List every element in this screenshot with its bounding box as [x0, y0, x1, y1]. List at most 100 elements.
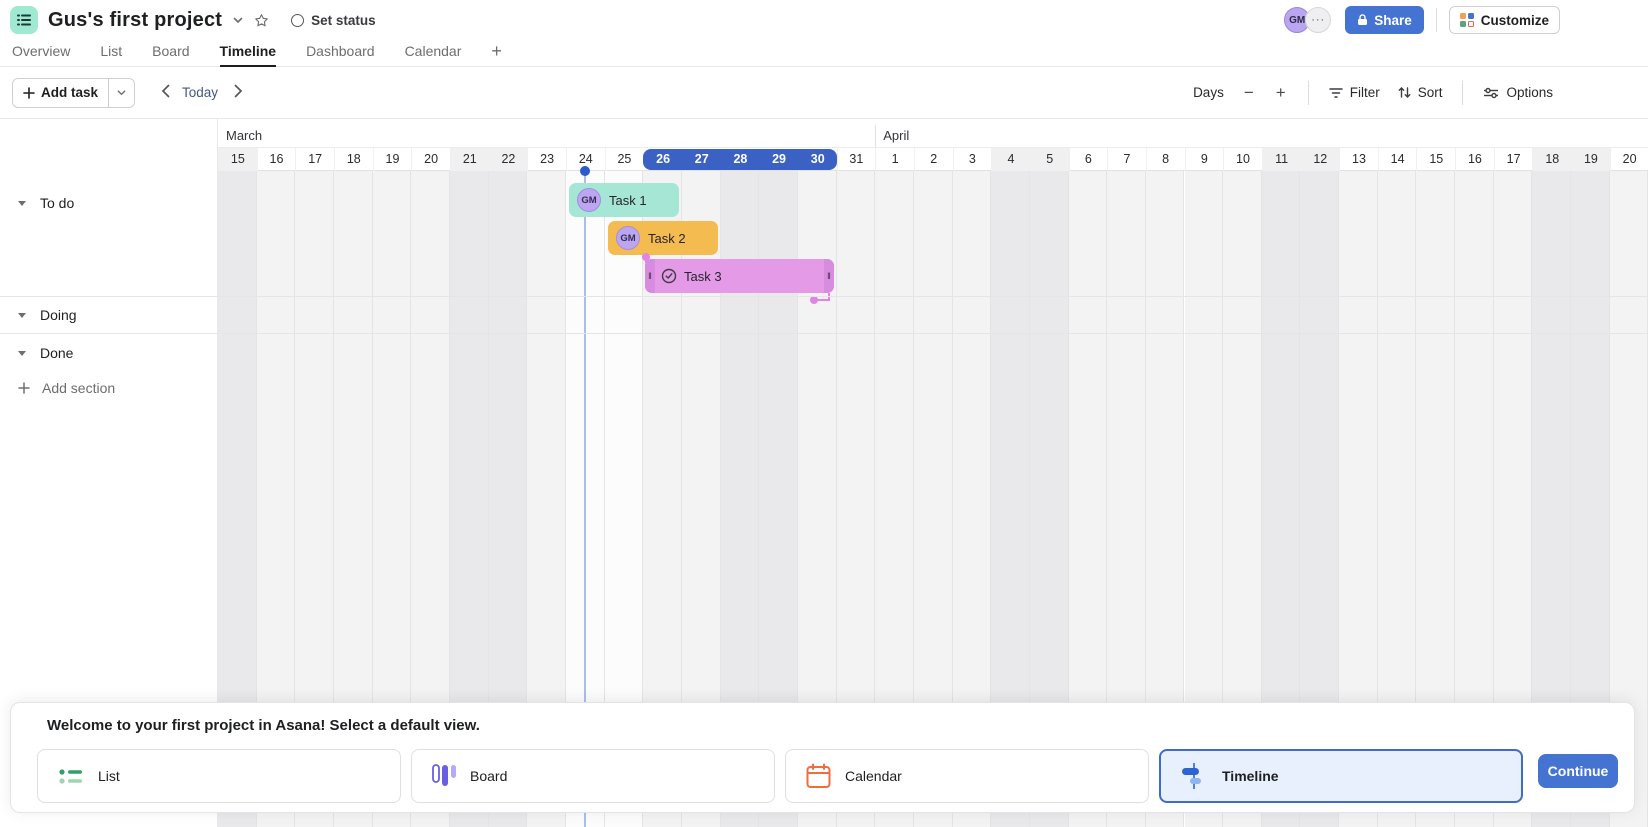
tab-timeline[interactable]: Timeline — [219, 36, 276, 67]
plus-icon — [23, 86, 35, 99]
status-circle-icon — [291, 13, 305, 27]
more-options-button[interactable]: ··· — [1305, 7, 1332, 33]
resize-handle-left[interactable]: ‖ — [645, 259, 655, 293]
date-header-cell[interactable]: 12 — [1300, 148, 1340, 171]
task-label: Task 1 — [609, 192, 647, 208]
date-header-cell[interactable]: 9 — [1184, 148, 1224, 171]
date-header-cell[interactable]: 28 — [721, 148, 760, 171]
set-status-button[interactable]: Set status — [291, 13, 376, 28]
date-header-cell[interactable]: 10 — [1223, 148, 1262, 171]
toolbar-right: Days − + Filter Sort Options — [1193, 80, 1553, 105]
date-header-cell[interactable]: 31 — [836, 148, 876, 171]
star-icon[interactable] — [254, 13, 269, 28]
date-header-cell[interactable]: 5 — [1029, 148, 1069, 171]
date-header-cell[interactable]: 18 — [1532, 148, 1572, 171]
view-card-calendar[interactable]: Calendar — [785, 749, 1149, 803]
today-button[interactable]: Today — [182, 85, 218, 100]
dependency-dot[interactable] — [810, 296, 818, 304]
tab-board[interactable]: Board — [152, 36, 189, 66]
date-header-cell[interactable]: 2 — [913, 148, 953, 171]
date-header-cell[interactable]: 14 — [1377, 148, 1417, 171]
section-done[interactable]: Done — [18, 345, 73, 361]
date-header-cell[interactable]: 26 — [643, 148, 682, 171]
task-bar-task2[interactable]: GM Task 2 — [608, 221, 718, 255]
date-header-cell[interactable]: 6 — [1068, 148, 1108, 171]
chevron-down-icon[interactable] — [232, 14, 244, 26]
view-card-board[interactable]: Board — [411, 749, 775, 803]
date-header-cell[interactable]: 30 — [798, 148, 837, 171]
date-header-cell[interactable]: 15 — [218, 148, 257, 171]
date-header-cell[interactable]: 22 — [488, 148, 528, 171]
date-header-cell[interactable]: 16 — [1455, 148, 1494, 171]
view-card-timeline[interactable]: Timeline — [1159, 749, 1523, 803]
options-button[interactable]: Options — [1483, 85, 1553, 100]
add-task-label: Add task — [41, 85, 99, 100]
calendar-view-icon — [806, 763, 831, 788]
date-header-cell[interactable]: 17 — [295, 148, 334, 171]
section-doing[interactable]: Doing — [18, 307, 77, 323]
collapse-triangle-icon[interactable] — [18, 312, 26, 318]
view-tabs: Overview List Board Timeline Dashboard C… — [0, 36, 1648, 67]
divider — [1435, 8, 1437, 32]
date-header-cell[interactable]: 18 — [333, 148, 373, 171]
zoom-out-button[interactable]: − — [1242, 83, 1256, 103]
date-header-cell[interactable]: 17 — [1493, 148, 1533, 171]
continue-button[interactable]: Continue — [1538, 754, 1618, 788]
tab-calendar[interactable]: Calendar — [405, 36, 462, 66]
options-slider-icon — [1484, 87, 1499, 98]
month-label: April — [883, 128, 910, 143]
prev-period-button[interactable] — [157, 84, 174, 102]
date-header-cell[interactable]: 4 — [991, 148, 1030, 171]
sort-button[interactable]: Sort — [1398, 85, 1443, 100]
sort-icon — [1398, 87, 1411, 98]
date-header-cell[interactable]: 1 — [875, 148, 914, 171]
date-header-cell[interactable]: 20 — [411, 148, 450, 171]
customize-grid-icon — [1459, 13, 1474, 27]
date-header-cell[interactable]: 8 — [1145, 148, 1185, 171]
share-label: Share — [1374, 12, 1412, 28]
date-header-cell[interactable]: 29 — [759, 148, 798, 171]
next-period-button[interactable] — [230, 84, 247, 102]
add-task-button[interactable]: Add task — [12, 77, 136, 108]
date-header-cell[interactable]: 19 — [1571, 148, 1610, 171]
share-button[interactable]: Share — [1345, 6, 1424, 34]
date-header-cell[interactable]: 21 — [449, 148, 489, 171]
asana-timeline-page: Gus's first project Set status GM ··· Sh… — [0, 0, 1648, 827]
section-todo[interactable]: To do — [18, 195, 74, 211]
filter-button[interactable]: Filter — [1328, 85, 1380, 100]
collapse-triangle-icon[interactable] — [18, 350, 26, 356]
sort-label: Sort — [1417, 85, 1443, 100]
view-card-list[interactable]: List — [37, 749, 401, 803]
date-header-cell[interactable]: 16 — [256, 148, 296, 171]
date-header-cell[interactable]: 20 — [1609, 148, 1648, 171]
zoom-in-button[interactable]: + — [1274, 83, 1288, 103]
task-bar-task3[interactable]: ‖ Task 3 ‖ — [645, 259, 834, 293]
tab-dashboard[interactable]: Dashboard — [306, 36, 375, 66]
customize-button[interactable]: Customize — [1448, 6, 1560, 34]
task-bar-task1[interactable]: GM Task 1 — [569, 183, 679, 217]
date-header-cell[interactable]: 27 — [682, 148, 721, 171]
add-tab-button[interactable]: + — [491, 36, 502, 66]
date-header-cell[interactable]: 25 — [604, 148, 644, 171]
date-header-cell[interactable]: 11 — [1261, 148, 1301, 171]
add-section-button[interactable]: Add section — [18, 380, 115, 396]
list-view-icon — [59, 769, 82, 784]
date-header-cell[interactable]: 15 — [1416, 148, 1455, 171]
timeline-toolbar: Add task Today Days − + Filter Sort Opti… — [0, 67, 1648, 119]
dependency-dot[interactable] — [642, 253, 650, 261]
resize-handle-right[interactable]: ‖ — [824, 259, 834, 293]
month-label: March — [226, 128, 263, 143]
add-task-dropdown[interactable] — [108, 78, 134, 107]
view-card-label: Board — [470, 768, 508, 784]
tab-overview[interactable]: Overview — [12, 36, 70, 66]
date-header-cell[interactable]: 13 — [1339, 148, 1378, 171]
date-header-cell[interactable]: 7 — [1107, 148, 1146, 171]
zoom-level-dropdown[interactable]: Days — [1193, 85, 1224, 100]
date-header-cell[interactable]: 23 — [527, 148, 566, 171]
collapse-triangle-icon[interactable] — [18, 200, 26, 206]
tab-list[interactable]: List — [100, 36, 122, 66]
check-circle-icon — [661, 268, 677, 284]
date-header-cell[interactable]: 3 — [952, 148, 992, 171]
divider — [1307, 80, 1309, 105]
date-header-cell[interactable]: 19 — [372, 148, 412, 171]
